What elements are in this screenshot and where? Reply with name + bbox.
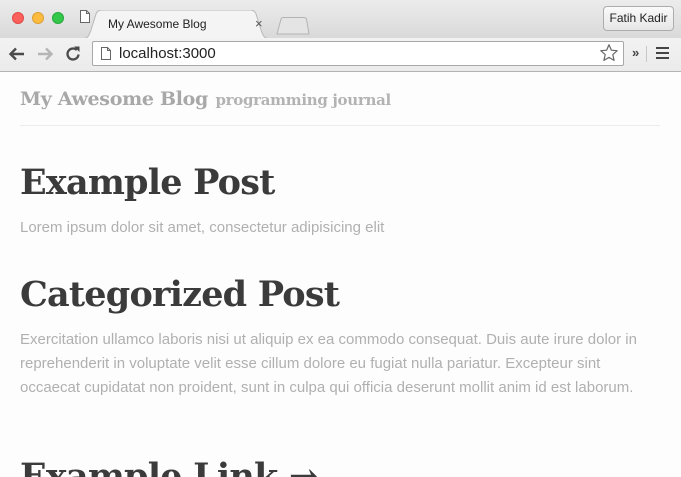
tab-strip: My Awesome Blog × Fatih Kadir xyxy=(0,0,681,39)
toolbar: localhost:3000 » xyxy=(0,38,681,72)
extensions-chevron-icon[interactable]: » xyxy=(632,45,639,60)
bookmark-star-icon[interactable] xyxy=(599,43,619,63)
address-url[interactable]: localhost:3000 xyxy=(119,44,216,63)
post-title-example-link[interactable]: Example Link → xyxy=(20,456,318,477)
new-tab-button[interactable] xyxy=(276,17,310,35)
post-excerpt-categorized: Exercitation ullamco laboris nisi ut ali… xyxy=(20,331,637,396)
window-maximize-button[interactable] xyxy=(52,12,64,24)
post-title-categorized[interactable]: Categorized Post xyxy=(20,274,340,315)
tab-close-icon[interactable]: × xyxy=(255,16,263,31)
tab-title: My Awesome Blog xyxy=(108,17,207,31)
address-bar[interactable]: localhost:3000 xyxy=(92,41,624,66)
post-title-example[interactable]: Example Post xyxy=(20,162,275,203)
back-arrow-icon[interactable] xyxy=(8,45,26,63)
profile-button[interactable]: Fatih Kadir xyxy=(603,6,674,31)
forward-arrow-icon[interactable] xyxy=(36,45,54,63)
page-icon xyxy=(80,10,90,23)
browser-window: My Awesome Blog × Fatih Kadir localhost:… xyxy=(0,0,681,477)
tab-active[interactable]: My Awesome Blog × xyxy=(80,10,272,39)
page-viewport: My Awesome Blog programming journal Exam… xyxy=(0,72,681,477)
site-header: My Awesome Blog programming journal xyxy=(20,88,660,126)
site-title-link[interactable]: My Awesome Blog xyxy=(20,88,208,110)
window-minimize-button[interactable] xyxy=(32,12,44,24)
toolbar-divider xyxy=(646,46,647,62)
menu-hamburger-icon[interactable] xyxy=(656,47,670,61)
window-close-button[interactable] xyxy=(12,12,24,24)
page-info-icon[interactable] xyxy=(101,47,111,60)
reload-icon[interactable] xyxy=(64,45,82,63)
post-excerpt-example: Lorem ipsum dolor sit amet, consectetur … xyxy=(20,219,385,236)
site-tagline: programming journal xyxy=(215,91,391,109)
